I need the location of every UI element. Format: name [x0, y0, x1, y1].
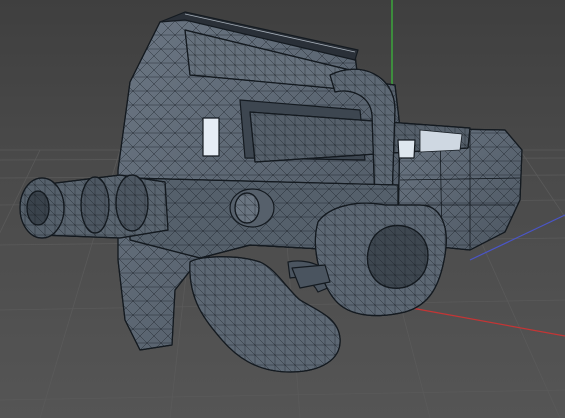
3d-viewport[interactable]	[0, 0, 565, 418]
window-highlight	[202, 117, 220, 157]
window-highlight-small	[397, 139, 416, 159]
